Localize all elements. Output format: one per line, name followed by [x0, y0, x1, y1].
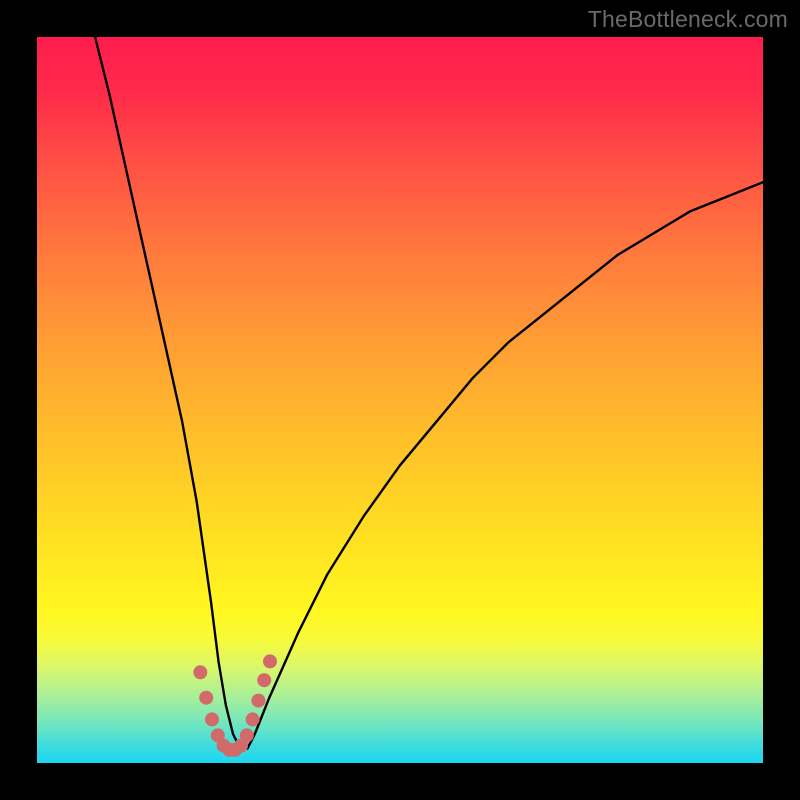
- highlight-dot: [193, 665, 207, 679]
- highlight-dot: [251, 694, 265, 708]
- chart-frame: TheBottleneck.com: [0, 0, 800, 800]
- highlight-dot: [263, 654, 277, 668]
- highlight-dot: [205, 712, 219, 726]
- highlight-points: [193, 654, 277, 757]
- highlight-dot: [246, 712, 260, 726]
- bottleneck-curve: [95, 37, 763, 749]
- plot-area: [37, 37, 763, 763]
- highlight-dot: [199, 691, 213, 705]
- chart-svg: [37, 37, 763, 763]
- watermark-text: TheBottleneck.com: [588, 6, 788, 33]
- highlight-dot: [240, 728, 254, 742]
- highlight-dot: [257, 673, 271, 687]
